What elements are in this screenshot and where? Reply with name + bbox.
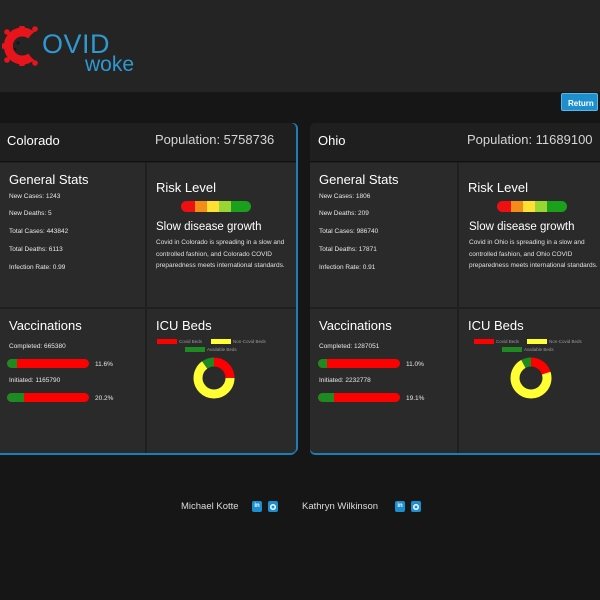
legend-available-label: Available Beds	[524, 347, 554, 352]
state-name: Colorado	[7, 133, 60, 148]
logo-woke-text: woke	[85, 53, 135, 76]
risk-level-meter	[181, 201, 251, 212]
risk-level-title: Risk Level	[468, 180, 528, 195]
icu-beds-donut-chart	[193, 357, 235, 399]
virus-c-icon	[2, 26, 38, 66]
legend-noncovid-label: Non-Covid Beds	[549, 339, 582, 344]
github-icon[interactable]	[268, 501, 278, 512]
linkedin-icon[interactable]: in	[395, 501, 405, 512]
icu-beds-donut-chart	[510, 357, 552, 399]
icu-beds-title: ICU Beds	[156, 318, 212, 333]
risk-description: Covid in Ohio is spreading in a slow and…	[469, 239, 598, 269]
total-deaths: Total Deaths: 6113	[9, 246, 63, 253]
card-header: Ohio Population: 11689100	[310, 123, 600, 162]
covidwoke-logo[interactable]: OVID woke	[2, 20, 152, 80]
legend-covid-label: Covid Beds	[179, 339, 203, 344]
github-icon[interactable]	[411, 501, 421, 512]
risk-level-title: Risk Level	[156, 180, 216, 195]
legend-available-label: Available Beds	[207, 347, 237, 352]
new-cases: New Cases: 1243	[9, 193, 61, 200]
vaccinations-panel: Vaccinations Completed: 665380 11.6% Ini…	[0, 309, 145, 453]
icu-beds-panel: ICU Beds Covid Beds Non-Covid Beds Avail…	[459, 309, 600, 453]
risk-description: Covid in Colorado is spreading in a slow…	[156, 239, 285, 269]
infection-rate: Infection Rate: 0.99	[9, 264, 66, 271]
legend-covid-label: Covid Beds	[496, 339, 520, 344]
vaccinations-completed: Completed: 665380	[9, 343, 66, 350]
risk-level-meter	[497, 201, 567, 212]
legend-available-swatch	[502, 347, 522, 352]
icu-beds-title: ICU Beds	[468, 318, 524, 333]
initiated-progress-bar	[7, 393, 89, 402]
completed-percent: 11.6%	[95, 361, 113, 368]
total-cases: Total Cases: 443842	[9, 228, 69, 235]
new-cases: New Cases: 1806	[319, 193, 371, 200]
vaccinations-title: Vaccinations	[319, 318, 392, 333]
legend-covid-swatch	[157, 339, 177, 344]
return-button[interactable]: Return	[561, 93, 598, 111]
total-deaths: Total Deaths: 17871	[319, 246, 377, 253]
legend-available-swatch	[185, 347, 205, 352]
legend-noncovid-swatch	[211, 339, 231, 344]
vaccinations-initiated: Initiated: 2232778	[319, 377, 371, 384]
header: OVID woke	[0, 0, 600, 92]
vaccinations-title: Vaccinations	[9, 318, 82, 333]
initiated-percent: 19.1%	[406, 395, 425, 402]
general-stats-panel: General Stats New Cases: 1243 New Deaths…	[0, 163, 145, 307]
new-deaths: New Deaths: 209	[319, 210, 369, 217]
state-card-ohio: Ohio Population: 11689100 General Stats …	[310, 123, 600, 453]
general-stats-title: General Stats	[9, 172, 89, 187]
risk-growth-label: Slow disease growth	[469, 221, 575, 233]
population: Population: 5758736	[155, 132, 275, 147]
vaccinations-completed: Completed: 1287051	[319, 343, 380, 350]
new-deaths: New Deaths: 5	[9, 210, 52, 217]
general-stats-title: General Stats	[319, 172, 399, 187]
completed-progress-bar	[318, 359, 400, 368]
initiated-progress-bar	[318, 393, 400, 402]
linkedin-icon[interactable]: in	[252, 501, 262, 512]
vaccinations-initiated: Initiated: 1165790	[9, 377, 61, 384]
completed-progress-bar	[7, 359, 89, 368]
infection-rate: Infection Rate: 0.91	[319, 264, 376, 271]
legend-noncovid-label: Non-Covid Beds	[233, 339, 266, 344]
general-stats-panel: General Stats New Cases: 1806 New Deaths…	[310, 163, 457, 307]
risk-level-panel: Risk Level Slow disease growth Covid in …	[459, 163, 600, 307]
legend-covid-swatch	[474, 339, 494, 344]
total-cases: Total Cases: 986740	[319, 228, 379, 235]
card-header: Colorado Population: 5758736	[0, 123, 296, 162]
risk-growth-label: Slow disease growth	[156, 221, 262, 233]
initiated-percent: 20.2%	[95, 395, 114, 402]
state-card-colorado: Colorado Population: 5758736 General Sta…	[0, 123, 296, 453]
risk-level-panel: Risk Level Slow disease growth Covid in …	[147, 163, 296, 307]
icu-beds-panel: ICU Beds Covid Beds Non-Covid Beds Avail…	[147, 309, 296, 453]
vaccinations-panel: Vaccinations Completed: 1287051 11.0% In…	[310, 309, 457, 453]
author-name: Michael Kotte	[181, 501, 239, 512]
completed-percent: 11.0%	[406, 361, 424, 368]
state-name: Ohio	[318, 133, 346, 148]
population: Population: 11689100	[467, 132, 593, 147]
legend-noncovid-swatch	[527, 339, 547, 344]
author-name: Kathryn Wilkinson	[302, 501, 379, 512]
